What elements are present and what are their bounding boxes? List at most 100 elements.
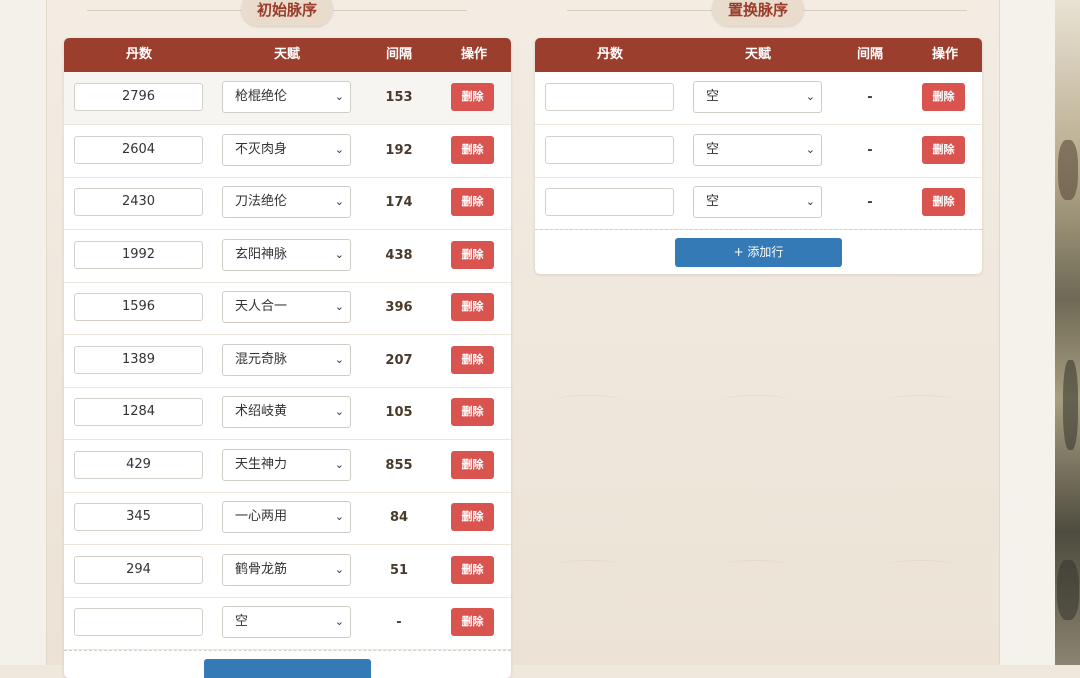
delete-button[interactable]: 删除 [451,555,494,584]
talent-select[interactable]: 天生神力 ⌄ [222,448,351,481]
talent-select[interactable]: 空 ⌄ [693,186,822,218]
talent-select-value: 玄阳神脉 [235,246,288,262]
chevron-down-icon: ⌄ [334,90,344,103]
pills-input[interactable] [545,83,674,111]
pills-input[interactable] [545,188,674,216]
talent-select[interactable]: 枪棍绝伦 ⌄ [222,81,351,113]
main-panel: 初始脉序 置换脉序 丹数 天赋 间隔 操作 2796 枪棍绝伦 ⌄ 153 删除 2604… [46,0,1000,678]
interval-value: 192 [385,142,413,158]
add-row-button[interactable] [204,659,371,678]
pills-input[interactable]: 2430 [74,188,203,216]
add-row-area [64,650,511,678]
col-header-interval: 间隔 [385,47,412,62]
delete-button[interactable]: 删除 [451,135,494,164]
delete-button[interactable]: 删除 [451,503,494,531]
col-header-action: 操作 [931,47,958,62]
delete-button[interactable]: 删除 [451,345,494,374]
delete-button[interactable]: 删除 [451,398,494,426]
pills-input[interactable]: 2796 [74,83,203,111]
interval-value: 153 [385,90,413,105]
talent-select-value: 空 [706,141,720,157]
talent-select[interactable]: 天人合一 ⌄ [222,291,351,323]
delete-button[interactable]: 删除 [451,608,494,636]
chevron-down-icon: ⌄ [334,510,344,523]
talent-select-value: 术绍岐黄 [235,404,288,419]
pills-input[interactable]: 294 [74,555,203,584]
decor-wave [723,395,787,404]
decor-wave [723,560,787,569]
table-row: 294 鹤骨龙筋 ⌄ 51 删除 [64,545,511,598]
pills-input[interactable]: 429 [74,450,203,479]
table-row: 429 天生神力 ⌄ 855 删除 [64,440,511,493]
table-row: 1284 术绍岐黄 ⌄ 105 删除 [64,387,511,440]
delete-button[interactable]: 删除 [922,83,965,111]
col-header-interval: 间隔 [856,47,883,62]
talent-select[interactable]: 玄阳神脉 ⌄ [222,238,351,271]
table-row: 1389 混元奇脉 ⌄ 207 删除 [64,335,511,388]
delete-button[interactable]: 删除 [922,188,965,216]
chevron-down-icon: ⌄ [334,195,344,208]
delete-button[interactable]: 删除 [451,293,494,321]
talent-select-value: 混元奇脉 [235,351,288,367]
chevron-down-icon: ⌄ [805,195,815,208]
talent-select[interactable]: 空 ⌄ [693,81,822,113]
chevron-down-icon: ⌄ [805,142,815,156]
pills-input[interactable]: 345 [74,503,203,531]
pills-input[interactable] [74,608,203,636]
decor-wave [889,560,953,569]
delete-button[interactable]: 删除 [451,450,494,479]
table-row: 空 ⌄ - 删除 [64,597,511,650]
chevron-down-icon: ⌄ [334,615,344,628]
pills-input[interactable]: 1389 [74,345,203,374]
decor-wave [889,395,953,404]
table-row: 2604 不灭肉身 ⌄ 192 删除 [64,125,511,178]
chevron-down-icon: ⌄ [334,300,344,313]
right-section-title: 置换脉序 [712,0,805,26]
col-header-action: 操作 [460,47,487,62]
interval-value: 207 [385,352,413,368]
talent-select-value: 刀法绝伦 [235,194,288,209]
pills-input[interactable] [545,135,674,164]
col-header-talent: 天赋 [744,47,771,62]
chevron-down-icon: ⌄ [334,457,344,471]
talent-select-value: 天人合一 [235,299,288,314]
talent-select[interactable]: 不灭肉身 ⌄ [222,133,351,166]
left-section-title: 初始脉序 [241,0,334,26]
table-row: 空 ⌄ - 删除 [535,72,982,125]
talent-select[interactable]: 刀法绝伦 ⌄ [222,186,351,218]
delete-button[interactable]: 删除 [922,135,965,164]
table-row: 空 ⌄ - 删除 [535,125,982,178]
chevron-down-icon: ⌄ [334,142,344,156]
add-row-button[interactable]: + 添加行 [675,238,842,267]
chevron-down-icon: ⌄ [805,90,815,103]
talent-select[interactable]: 一心两用 ⌄ [222,501,351,533]
talent-select-value: 不灭肉身 [235,141,288,157]
pills-input[interactable]: 1596 [74,293,203,321]
talent-select[interactable]: 术绍岐黄 ⌄ [222,396,351,428]
table-header: 丹数 天赋 间隔 操作 [535,38,982,72]
talent-select[interactable]: 空 ⌄ [693,133,822,166]
decor-wave [557,395,621,404]
talent-select-value: 空 [706,194,720,209]
interval-value: - [867,142,873,158]
talent-select[interactable]: 鹤骨龙筋 ⌄ [222,553,351,586]
talent-select[interactable]: 空 ⌄ [222,606,351,638]
delete-button[interactable]: 删除 [451,240,494,269]
add-row-area: + 添加行 [535,229,982,274]
table-row: 空 ⌄ - 删除 [535,177,982,230]
interval-value: 396 [385,300,413,315]
interval-value: - [396,615,402,630]
background-artwork [1055,0,1080,665]
table-row: 1992 玄阳神脉 ⌄ 438 删除 [64,230,511,283]
talent-select-value: 一心两用 [235,509,288,524]
delete-button[interactable]: 删除 [451,83,494,111]
pills-input[interactable]: 2604 [74,135,203,164]
chevron-down-icon: ⌄ [334,352,344,366]
pills-input[interactable]: 1284 [74,398,203,426]
col-header-pills: 丹数 [596,47,623,62]
talent-select-value: 天生神力 [235,456,288,472]
delete-button[interactable]: 删除 [451,188,494,216]
talent-select[interactable]: 混元奇脉 ⌄ [222,343,351,376]
interval-value: 84 [389,510,409,525]
pills-input[interactable]: 1992 [74,240,203,269]
